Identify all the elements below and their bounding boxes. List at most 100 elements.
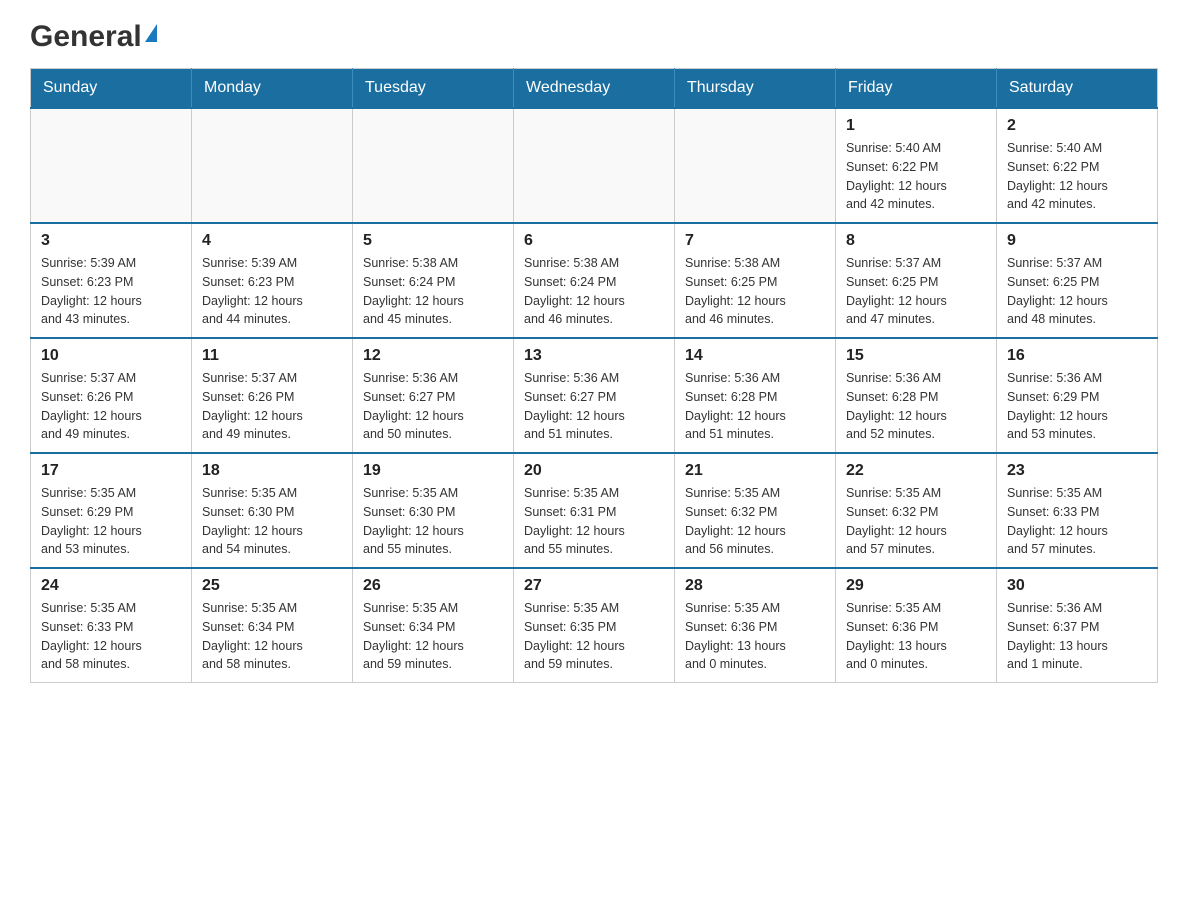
day-info: Sunrise: 5:36 AM Sunset: 6:27 PM Dayligh… — [524, 369, 664, 444]
day-info: Sunrise: 5:39 AM Sunset: 6:23 PM Dayligh… — [202, 254, 342, 329]
day-number: 6 — [524, 232, 664, 250]
calendar-cell: 13 Sunrise: 5:36 AM Sunset: 6:27 PM Dayli… — [514, 338, 675, 453]
day-info: Sunrise: 5:39 AM Sunset: 6:23 PM Dayligh… — [41, 254, 181, 329]
calendar-cell: 23Sunrise: 5:35 AM Sunset: 6:33 PM Dayli… — [997, 453, 1158, 568]
day-number: 13 — [524, 347, 664, 365]
day-number: 29 — [846, 577, 986, 595]
calendar-cell: 17 Sunrise: 5:35 AM Sunset: 6:29 PM Dayli… — [31, 453, 192, 568]
calendar-cell: 22 Sunrise: 5:35 AM Sunset: 6:32 PM Dayli… — [836, 453, 997, 568]
calendar-cell — [514, 108, 675, 223]
calendar-cell — [192, 108, 353, 223]
weekday-header-wednesday: Wednesday — [514, 69, 675, 109]
calendar-cell: 19 Sunrise: 5:35 AM Sunset: 6:30 PM Dayli… — [353, 453, 514, 568]
day-info: Sunrise: 5:35 AM Sunset: 6:30 PM Dayligh… — [202, 484, 342, 559]
weekday-header-sunday: Sunday — [31, 69, 192, 109]
day-number: 20 — [524, 462, 664, 480]
day-number: 4 — [202, 232, 342, 250]
calendar-cell: 26 Sunrise: 5:35 AM Sunset: 6:34 PM Dayli… — [353, 568, 514, 683]
day-info: Sunrise: 5:36 AM Sunset: 6:28 PM Dayligh… — [685, 369, 825, 444]
weekday-header-friday: Friday — [836, 69, 997, 109]
day-info: Sunrise: 5:36 AM Sunset: 6:27 PM Dayligh… — [363, 369, 503, 444]
calendar-cell: 15 Sunrise: 5:36 AM Sunset: 6:28 PM Dayli… — [836, 338, 997, 453]
day-number: 27 — [524, 577, 664, 595]
day-info: Sunrise: 5:37 AM Sunset: 6:25 PM Dayligh… — [1007, 254, 1147, 329]
day-info: Sunrise: 5:35 AM Sunset: 6:34 PM Dayligh… — [363, 599, 503, 674]
calendar-cell: 27 Sunrise: 5:35 AM Sunset: 6:35 PM Dayli… — [514, 568, 675, 683]
day-number: 2 — [1007, 117, 1147, 135]
calendar-cell: 9 Sunrise: 5:37 AM Sunset: 6:25 PM Daylig… — [997, 223, 1158, 338]
calendar-cell — [353, 108, 514, 223]
day-info: Sunrise: 5:35 AM Sunset: 6:35 PM Dayligh… — [524, 599, 664, 674]
day-info: Sunrise: 5:35 AM Sunset: 6:34 PM Dayligh… — [202, 599, 342, 674]
calendar-week-row: 1Sunrise: 5:40 AM Sunset: 6:22 PM Daylig… — [31, 108, 1158, 223]
logo-triangle-icon — [145, 24, 157, 42]
day-info: Sunrise: 5:36 AM Sunset: 6:28 PM Dayligh… — [846, 369, 986, 444]
calendar-cell: 20 Sunrise: 5:35 AM Sunset: 6:31 PM Dayli… — [514, 453, 675, 568]
calendar-cell: 16 Sunrise: 5:36 AM Sunset: 6:29 PM Dayli… — [997, 338, 1158, 453]
day-number: 26 — [363, 577, 503, 595]
day-number: 28 — [685, 577, 825, 595]
calendar-week-row: 17 Sunrise: 5:35 AM Sunset: 6:29 PM Dayli… — [31, 453, 1158, 568]
day-info: Sunrise: 5:35 AM Sunset: 6:33 PM Dayligh… — [41, 599, 181, 674]
day-info: Sunrise: 5:38 AM Sunset: 6:24 PM Dayligh… — [524, 254, 664, 329]
day-info: Sunrise: 5:35 AM Sunset: 6:30 PM Dayligh… — [363, 484, 503, 559]
day-info: Sunrise: 5:37 AM Sunset: 6:26 PM Dayligh… — [41, 369, 181, 444]
day-info: Sunrise: 5:40 AM Sunset: 6:22 PM Dayligh… — [1007, 139, 1147, 214]
day-number: 30 — [1007, 577, 1147, 595]
weekday-header-row: SundayMondayTuesdayWednesdayThursdayFrid… — [31, 69, 1158, 109]
calendar-cell — [31, 108, 192, 223]
day-number: 21 — [685, 462, 825, 480]
calendar-week-row: 24 Sunrise: 5:35 AM Sunset: 6:33 PM Dayli… — [31, 568, 1158, 683]
day-info: Sunrise: 5:36 AM Sunset: 6:29 PM Dayligh… — [1007, 369, 1147, 444]
calendar-cell: 5 Sunrise: 5:38 AM Sunset: 6:24 PM Daylig… — [353, 223, 514, 338]
day-number: 16 — [1007, 347, 1147, 365]
day-number: 10 — [41, 347, 181, 365]
calendar-cell: 3 Sunrise: 5:39 AM Sunset: 6:23 PM Daylig… — [31, 223, 192, 338]
day-info: Sunrise: 5:37 AM Sunset: 6:25 PM Dayligh… — [846, 254, 986, 329]
day-info: Sunrise: 5:36 AM Sunset: 6:37 PM Dayligh… — [1007, 599, 1147, 674]
day-info: Sunrise: 5:38 AM Sunset: 6:24 PM Dayligh… — [363, 254, 503, 329]
calendar-cell: 2 Sunrise: 5:40 AM Sunset: 6:22 PM Daylig… — [997, 108, 1158, 223]
calendar-cell: 25Sunrise: 5:35 AM Sunset: 6:34 PM Dayli… — [192, 568, 353, 683]
calendar-cell: 24 Sunrise: 5:35 AM Sunset: 6:33 PM Dayli… — [31, 568, 192, 683]
day-number: 19 — [363, 462, 503, 480]
calendar-table: SundayMondayTuesdayWednesdayThursdayFrid… — [30, 68, 1158, 683]
page-header: General — [30, 20, 1158, 48]
day-info: Sunrise: 5:35 AM Sunset: 6:36 PM Dayligh… — [846, 599, 986, 674]
calendar-cell: 10 Sunrise: 5:37 AM Sunset: 6:26 PM Dayli… — [31, 338, 192, 453]
day-info: Sunrise: 5:37 AM Sunset: 6:26 PM Dayligh… — [202, 369, 342, 444]
calendar-cell — [675, 108, 836, 223]
day-number: 11 — [202, 347, 342, 365]
day-number: 24 — [41, 577, 181, 595]
calendar-cell: 21 Sunrise: 5:35 AM Sunset: 6:32 PM Dayli… — [675, 453, 836, 568]
day-number: 8 — [846, 232, 986, 250]
day-info: Sunrise: 5:35 AM Sunset: 6:31 PM Dayligh… — [524, 484, 664, 559]
day-number: 18 — [202, 462, 342, 480]
calendar-cell: 4 Sunrise: 5:39 AM Sunset: 6:23 PM Daylig… — [192, 223, 353, 338]
weekday-header-saturday: Saturday — [997, 69, 1158, 109]
day-number: 15 — [846, 347, 986, 365]
day-info: Sunrise: 5:35 AM Sunset: 6:36 PM Dayligh… — [685, 599, 825, 674]
calendar-cell: 30 Sunrise: 5:36 AM Sunset: 6:37 PM Dayli… — [997, 568, 1158, 683]
calendar-cell: 6 Sunrise: 5:38 AM Sunset: 6:24 PM Daylig… — [514, 223, 675, 338]
calendar-cell: 7Sunrise: 5:38 AM Sunset: 6:25 PM Daylig… — [675, 223, 836, 338]
day-number: 12 — [363, 347, 503, 365]
calendar-cell: 1Sunrise: 5:40 AM Sunset: 6:22 PM Daylig… — [836, 108, 997, 223]
logo-general: General — [30, 20, 142, 54]
calendar-cell: 8 Sunrise: 5:37 AM Sunset: 6:25 PM Daylig… — [836, 223, 997, 338]
weekday-header-tuesday: Tuesday — [353, 69, 514, 109]
day-info: Sunrise: 5:35 AM Sunset: 6:32 PM Dayligh… — [685, 484, 825, 559]
day-number: 5 — [363, 232, 503, 250]
calendar-cell: 14Sunrise: 5:36 AM Sunset: 6:28 PM Dayli… — [675, 338, 836, 453]
calendar-cell: 11 Sunrise: 5:37 AM Sunset: 6:26 PM Dayli… — [192, 338, 353, 453]
day-info: Sunrise: 5:35 AM Sunset: 6:29 PM Dayligh… — [41, 484, 181, 559]
day-info: Sunrise: 5:40 AM Sunset: 6:22 PM Dayligh… — [846, 139, 986, 214]
weekday-header-thursday: Thursday — [675, 69, 836, 109]
day-info: Sunrise: 5:35 AM Sunset: 6:32 PM Dayligh… — [846, 484, 986, 559]
day-number: 17 — [41, 462, 181, 480]
weekday-header-monday: Monday — [192, 69, 353, 109]
calendar-cell: 29 Sunrise: 5:35 AM Sunset: 6:36 PM Dayli… — [836, 568, 997, 683]
day-number: 3 — [41, 232, 181, 250]
day-number: 22 — [846, 462, 986, 480]
day-number: 9 — [1007, 232, 1147, 250]
